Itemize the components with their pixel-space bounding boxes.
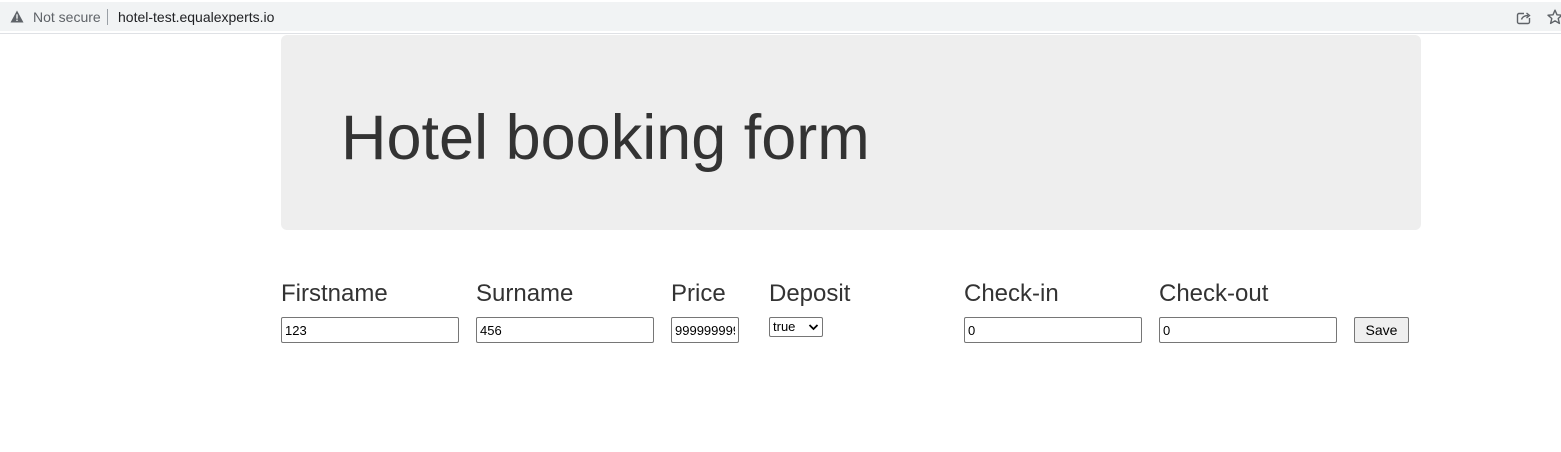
star-icon[interactable] bbox=[1547, 9, 1561, 25]
surname-input[interactable] bbox=[476, 317, 654, 343]
save-button[interactable]: Save bbox=[1354, 317, 1409, 343]
checkin-input[interactable] bbox=[964, 317, 1142, 343]
omnibox[interactable]: Not secure hotel-test.equalexperts.io bbox=[0, 2, 1561, 31]
deposit-selected-value: true bbox=[773, 319, 796, 334]
firstname-input[interactable] bbox=[281, 317, 459, 343]
omnibox-separator bbox=[107, 9, 108, 25]
deposit-label: Deposit bbox=[769, 280, 851, 307]
header-jumbotron: Hotel booking form bbox=[281, 35, 1421, 230]
deposit-select[interactable]: true bbox=[769, 317, 823, 337]
surname-label: Surname bbox=[476, 280, 574, 307]
page-title: Hotel booking form bbox=[341, 103, 870, 173]
firstname-label: Firstname bbox=[281, 280, 388, 307]
price-label: Price bbox=[671, 280, 726, 307]
chevron-down-icon bbox=[808, 324, 819, 331]
warning-icon[interactable] bbox=[10, 10, 24, 23]
checkin-label: Check-in bbox=[964, 280, 1059, 307]
checkout-label: Check-out bbox=[1159, 280, 1269, 307]
browser-address-bar: Not secure hotel-test.equalexperts.io bbox=[0, 0, 1561, 34]
checkout-input[interactable] bbox=[1159, 317, 1337, 343]
url-text[interactable]: hotel-test.equalexperts.io bbox=[118, 9, 274, 25]
price-input[interactable] bbox=[671, 317, 739, 343]
share-icon[interactable] bbox=[1516, 10, 1532, 25]
security-status[interactable]: Not secure bbox=[33, 9, 101, 25]
